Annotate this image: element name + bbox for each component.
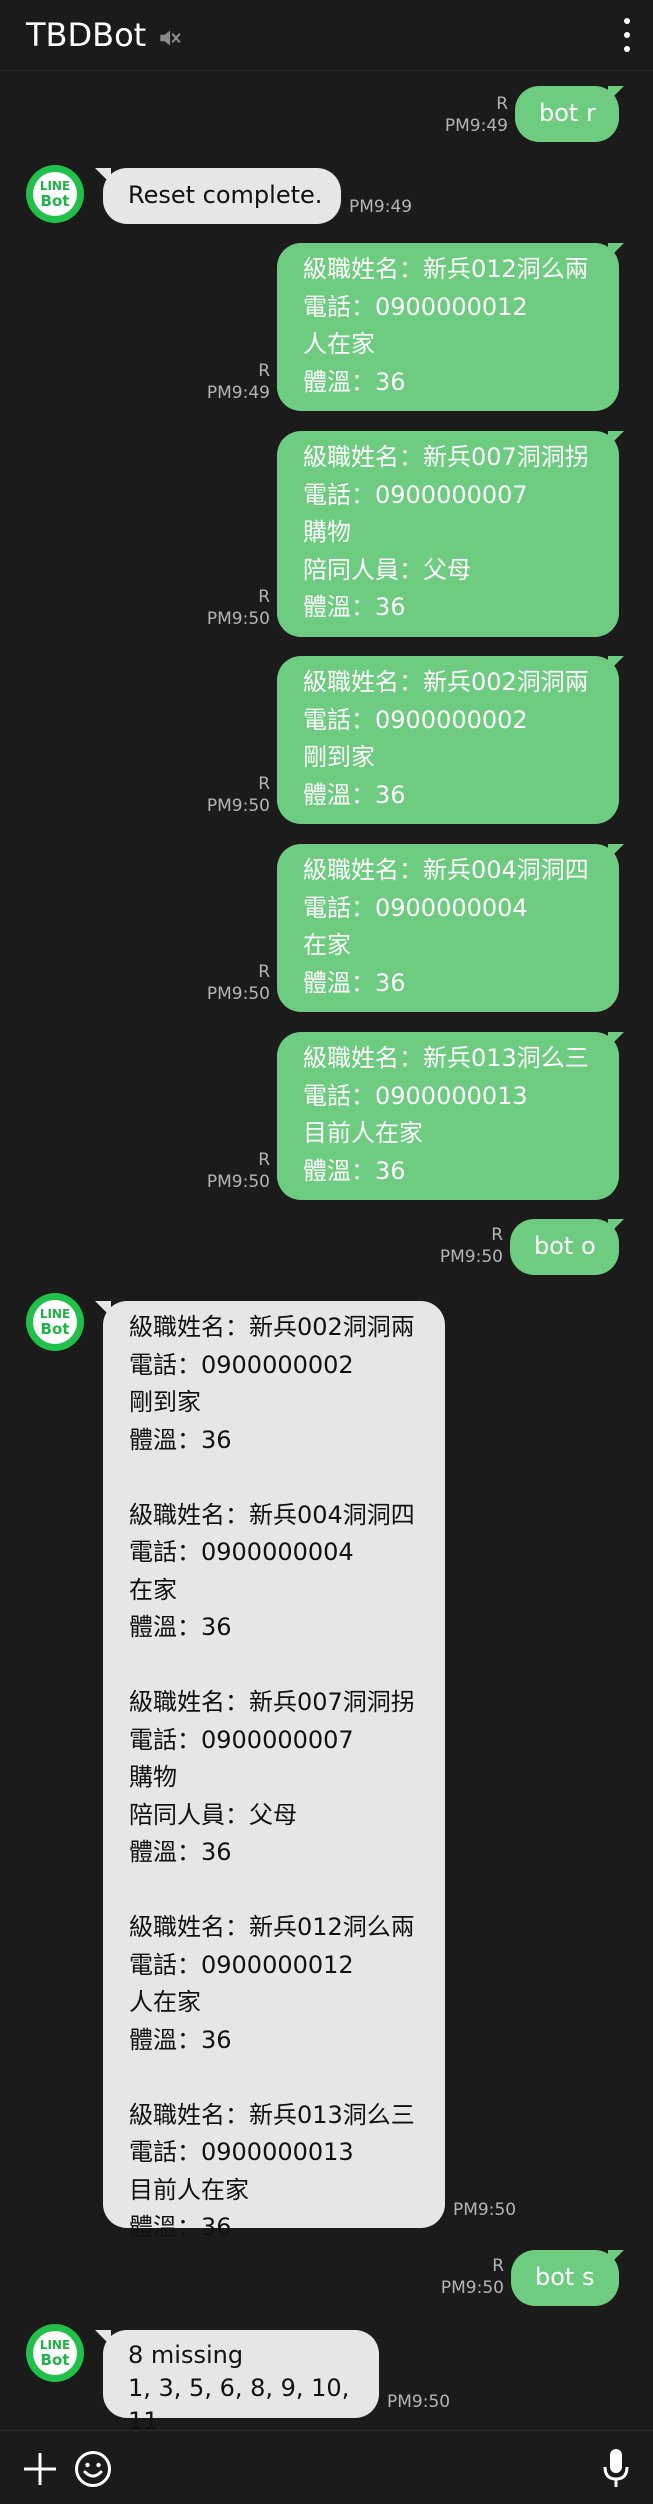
message-time: PM9:50: [206, 1172, 270, 1192]
sent-message-bubble[interactable]: bot s: [511, 2250, 619, 2306]
plus-icon[interactable]: [22, 2451, 58, 2487]
chat-input-bar: [0, 2430, 653, 2504]
emoji-icon[interactable]: [73, 2449, 113, 2489]
read-receipt: R: [492, 2256, 504, 2276]
message-row: bot r R PM9:49: [0, 86, 653, 146]
sent-message-bubble[interactable]: 級職姓名：新兵002洞洞兩 電話：0900000002 剛到家 體溫：36: [277, 656, 619, 824]
kebab-menu-icon[interactable]: [619, 18, 635, 52]
sent-message-bubble[interactable]: 級職姓名：新兵004洞洞四 電話：0900000004 在家 體溫：36: [277, 844, 619, 1012]
message-time: PM9:49: [349, 197, 413, 217]
chat-title: TBDBot: [26, 16, 147, 54]
sent-message-bubble[interactable]: bot o: [510, 1219, 619, 1275]
message-row: 級職姓名：新兵004洞洞四 電話：0900000004 在家 體溫：36 R P…: [0, 844, 653, 1014]
message-time: PM9:50: [439, 1247, 503, 1267]
bot-avatar[interactable]: LINE Bot: [26, 165, 84, 223]
bot-avatar[interactable]: LINE Bot: [26, 2324, 84, 2382]
microphone-icon[interactable]: [601, 2447, 631, 2489]
message-time: PM9:50: [453, 2200, 517, 2220]
message-time: PM9:50: [206, 796, 270, 816]
message-time: PM9:50: [206, 984, 270, 1004]
message-row: LINE Bot Reset complete. PM9:49: [0, 165, 653, 225]
sent-message-bubble[interactable]: 級職姓名：新兵013洞么三 電話：0900000013 目前人在家 體溫：36: [277, 1032, 619, 1200]
message-time: PM9:50: [387, 2392, 451, 2412]
read-receipt: R: [496, 94, 508, 114]
read-receipt: R: [491, 1225, 503, 1245]
read-receipt: R: [258, 587, 270, 607]
received-message-bubble[interactable]: 8 missing 1, 3, 5, 6, 8, 9, 10, 11: [103, 2330, 379, 2435]
sent-message-bubble[interactable]: bot r: [515, 86, 619, 142]
read-receipt: R: [258, 1150, 270, 1170]
message-row: bot o R PM9:50: [0, 1219, 653, 1279]
message-row: 級職姓名：新兵013洞么三 電話：0900000013 目前人在家 體溫：36 …: [0, 1032, 653, 1202]
sent-message-bubble[interactable]: 級職姓名：新兵007洞洞拐 電話：0900000007 購物 陪同人員：父母 體…: [277, 431, 619, 637]
message-time: PM9:49: [444, 116, 508, 136]
chat-header: TBDBot: [0, 0, 653, 71]
message-row: LINE Bot 8 missing 1, 3, 5, 6, 8, 9, 10, …: [0, 2320, 653, 2435]
read-receipt: R: [258, 774, 270, 794]
read-receipt: R: [258, 962, 270, 982]
received-message-bubble[interactable]: Reset complete.: [103, 168, 341, 224]
speaker-muted-icon: [160, 30, 181, 46]
message-row: 級職姓名：新兵012洞么兩 電話：0900000012 人在家 體溫：36 R …: [0, 243, 653, 413]
message-time: PM9:49: [206, 383, 270, 403]
message-row: bot s R PM9:50: [0, 2250, 653, 2310]
message-row: LINE Bot 級職姓名：新兵002洞洞兩 電話：0900000002 剛到家 …: [0, 1293, 653, 2241]
message-time: PM9:50: [206, 609, 270, 629]
message-time: PM9:50: [440, 2278, 504, 2298]
message-row: 級職姓名：新兵002洞洞兩 電話：0900000002 剛到家 體溫：36 R …: [0, 656, 653, 826]
bot-avatar[interactable]: LINE Bot: [26, 1293, 84, 1351]
received-message-bubble[interactable]: 級職姓名：新兵002洞洞兩 電話：0900000002 剛到家 體溫：36 級職…: [103, 1301, 445, 2241]
message-row: 級職姓名：新兵007洞洞拐 電話：0900000007 購物 陪同人員：父母 體…: [0, 431, 653, 639]
read-receipt: R: [258, 361, 270, 381]
sent-message-bubble[interactable]: 級職姓名：新兵012洞么兩 電話：0900000012 人在家 體溫：36: [277, 243, 619, 411]
